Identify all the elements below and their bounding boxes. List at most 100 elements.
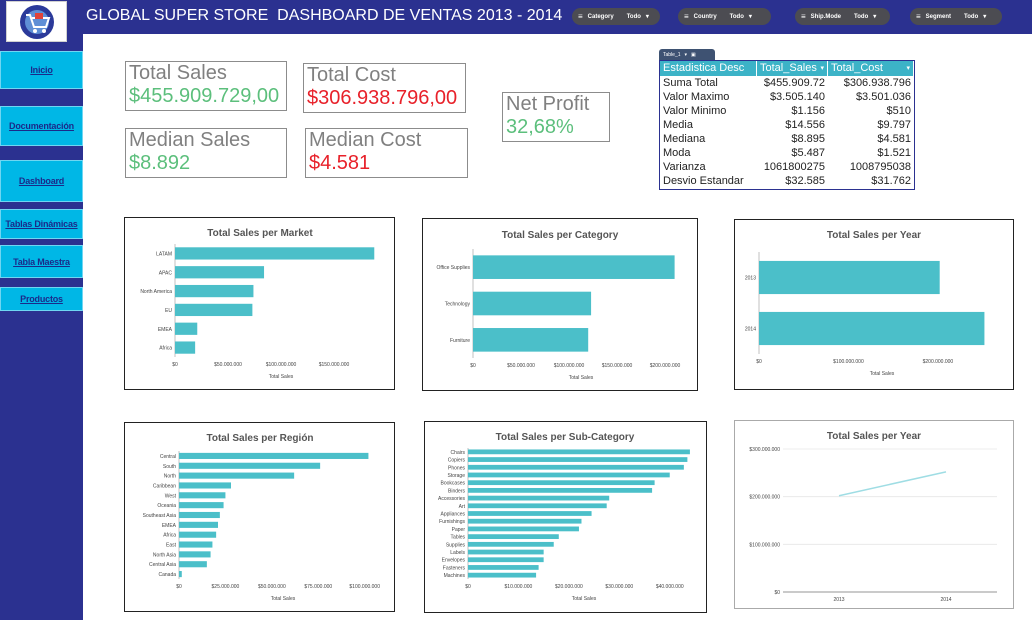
kpi-total-sales-label: Total Sales xyxy=(129,62,227,84)
category-label: Africa xyxy=(163,533,176,539)
x-tick-label: $0 xyxy=(465,584,471,590)
table-tab[interactable]: Table_1 ▾ ▣ xyxy=(659,49,715,60)
x-tick-label: 2014 xyxy=(940,597,951,603)
filter-icon: ≡ xyxy=(801,11,806,21)
category-label: EU xyxy=(165,308,172,314)
column-header[interactable]: Total_Sales ▾ xyxy=(757,61,828,76)
x-tick-label: $0 xyxy=(470,363,476,369)
category-label: Phones xyxy=(448,465,465,471)
top-header: GLOBAL SUPER STORE DASHBOARD DE VENTAS 2… xyxy=(0,0,1032,34)
sidebar-item-tabla-maestra[interactable]: Tabla Maestra xyxy=(0,245,83,278)
table-cell: $4.581 xyxy=(877,133,911,145)
series-line xyxy=(838,471,947,497)
chart-title: Total Sales per Year xyxy=(827,431,921,442)
column-header[interactable]: Total_Cost ▾ xyxy=(828,61,914,76)
bar xyxy=(759,311,985,346)
column-header-label: Total_Cost xyxy=(831,62,883,74)
x-tick-label: $100.000.000 xyxy=(554,363,585,369)
table-cell: Mediana xyxy=(663,133,706,145)
filter-icon: ≡ xyxy=(684,11,689,21)
table-cell: Desvio Estandar xyxy=(663,175,744,187)
category-label: Accessories xyxy=(438,496,465,502)
bar xyxy=(179,531,217,538)
kpi-net-profit-label: Net Profit xyxy=(506,93,590,115)
category-label: Oceania xyxy=(157,503,176,509)
x-tick-label: $50.000.000 xyxy=(507,363,535,369)
filter-ship-mode[interactable]: ≡ Ship.Mode Todo ▾ xyxy=(795,8,890,25)
filter-category[interactable]: ≡ Category Todo ▾ xyxy=(572,8,660,25)
table-cell: 1061800275 xyxy=(763,161,825,173)
x-axis-label: Total Sales xyxy=(269,374,294,380)
kpi-net-profit-value: 32,68% xyxy=(506,116,574,138)
bar xyxy=(179,561,207,568)
bar xyxy=(468,565,539,570)
category-label: North xyxy=(164,474,176,480)
sidebar-item-productos[interactable]: Productos xyxy=(0,287,83,311)
chevron-down-icon[interactable]: ▾ xyxy=(685,52,688,58)
x-tick-label: $50.000.000 xyxy=(214,362,242,368)
bar xyxy=(179,472,295,479)
y-tick-label: $100.000.000 xyxy=(749,542,780,548)
filter-country[interactable]: ≡ Country Todo ▾ xyxy=(678,8,771,25)
sidebar-item-dashboard[interactable]: Dashboard xyxy=(0,160,83,202)
filter-segment[interactable]: ≡ Segment Todo ▾ xyxy=(910,8,1002,25)
x-axis-label: Total Sales xyxy=(572,596,597,602)
category-label: Paper xyxy=(452,527,466,533)
sidebar: Inicio Documentación Dashboard Tablas Di… xyxy=(0,34,83,620)
column-header[interactable]: Estadistica Desc xyxy=(660,61,757,76)
bar xyxy=(468,472,670,478)
bar xyxy=(175,341,196,354)
copy-icon[interactable]: ▣ xyxy=(691,52,696,58)
chart-title: Total Sales per Category xyxy=(502,230,619,241)
kpi-median-sales: Median Sales $8.892 xyxy=(125,128,287,178)
chart-sales-per-year-bar[interactable]: Total Sales per Year 2013 2014 $0 $100.000.0… xyxy=(734,219,1014,390)
sidebar-item-documentacion[interactable]: Documentación xyxy=(0,106,83,146)
category-label: Labels xyxy=(450,550,465,556)
chevron-down-icon: ▾ xyxy=(873,14,877,20)
bar xyxy=(179,482,231,489)
chevron-down-icon[interactable]: ▾ xyxy=(906,61,910,76)
x-tick-label: $40.000.000 xyxy=(656,584,684,590)
sidebar-item-tablas-dinamicas[interactable]: Tablas Dinámicas xyxy=(0,209,83,239)
table-cell: Varianza xyxy=(663,161,706,173)
kpi-median-cost-value: $4.581 xyxy=(309,152,371,174)
table-row: Valor Minimo $1.156 $510 xyxy=(660,104,914,118)
bar xyxy=(468,511,592,516)
chart-sales-per-region[interactable]: Total Sales per Región Central South North C… xyxy=(124,422,395,612)
chevron-down-icon: ▾ xyxy=(645,14,649,20)
filter-category-value: Todo xyxy=(626,13,641,20)
chart-sales-per-year-line[interactable]: Total Sales per Year $0 $100.000.000 $200.0… xyxy=(734,420,1014,609)
bar xyxy=(468,549,544,555)
x-tick-label: $200.000.000 xyxy=(650,363,681,369)
store-cart-logo-icon xyxy=(6,1,67,42)
column-header-label: Estadistica Desc xyxy=(663,62,745,74)
table-row: Moda $5.487 $1.521 xyxy=(660,146,914,160)
category-label: LATAM xyxy=(156,251,172,257)
bar xyxy=(468,464,684,470)
chevron-down-icon[interactable]: ▾ xyxy=(820,61,824,76)
bar xyxy=(468,518,582,524)
table-cell: $32.585 xyxy=(785,175,825,187)
x-axis-label: Total Sales xyxy=(271,596,296,602)
table-row: Media $14.556 $9.797 xyxy=(660,118,914,132)
bar xyxy=(468,503,607,509)
kpi-total-cost: Total Cost $306.938.796,00 xyxy=(303,63,466,113)
bar xyxy=(175,303,253,317)
chart-sales-per-subcategory[interactable]: Total Sales per Sub-Category Chairs Copier… xyxy=(424,421,707,613)
bar xyxy=(179,511,220,519)
table-cell: Suma Total xyxy=(663,77,718,89)
filter-segment-value: Todo xyxy=(964,13,979,20)
y-tick-label: $0 xyxy=(774,590,780,596)
x-tick-label: 2013 xyxy=(833,597,844,603)
bar xyxy=(179,571,182,578)
bar xyxy=(179,551,211,558)
category-label: West xyxy=(165,493,177,499)
sidebar-item-inicio[interactable]: Inicio xyxy=(0,51,83,89)
category-label: Office Supplies xyxy=(436,265,470,271)
bar xyxy=(759,260,940,295)
table-cell: $8.895 xyxy=(791,133,825,145)
chart-sales-per-market[interactable]: Total Sales per Market LATAM APAC North Ame… xyxy=(124,217,395,390)
table-row: Varianza 1061800275 1008795038 xyxy=(660,160,914,174)
filter-ship-mode-label: Ship.Mode xyxy=(810,13,842,20)
chart-sales-per-category[interactable]: Total Sales per Category Office Supplies T… xyxy=(422,218,698,391)
